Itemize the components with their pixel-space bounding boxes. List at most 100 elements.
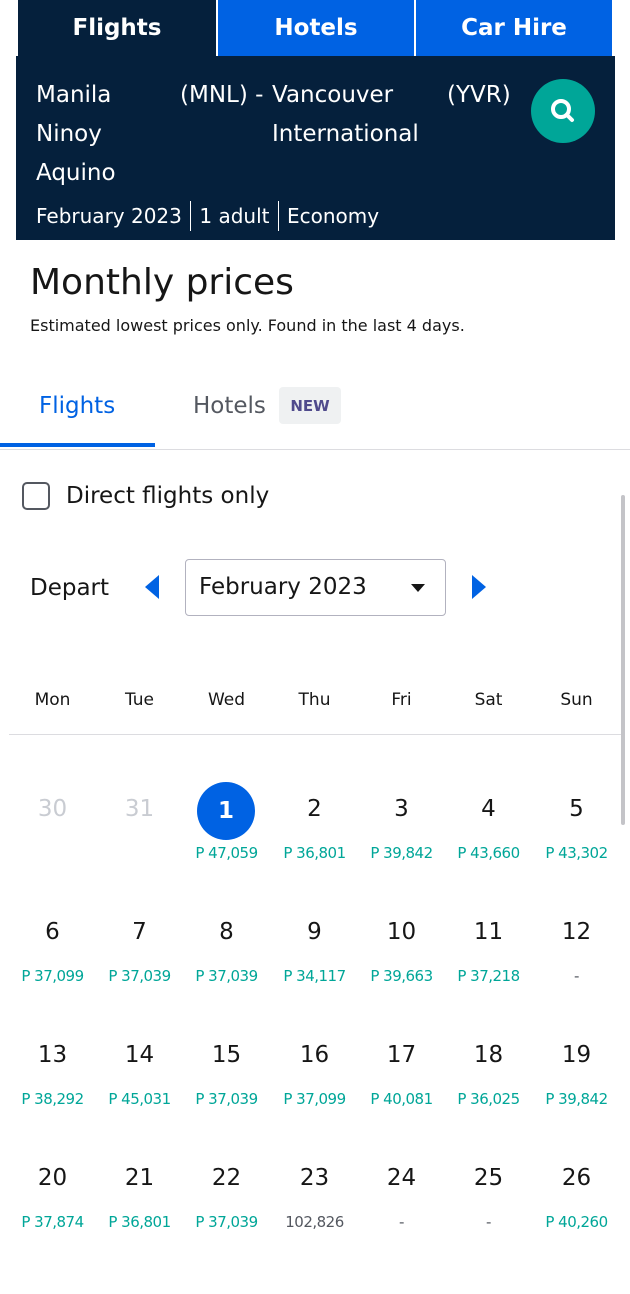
day-price: P 39,842 [545,1090,608,1108]
day-price: P 37,874 [21,1213,84,1231]
calendar-day-cell[interactable]: 13 P 38,292 [9,1026,96,1136]
day-price: P 38,292 [21,1090,84,1108]
search-date: February 2023 [36,204,182,228]
day-number: 21 [124,1165,155,1191]
search-summary[interactable]: Manila Ninoy Aquino (MNL) - Vancouver In… [16,56,615,240]
day-number: 24 [386,1165,417,1191]
calendar-day-cell: 31 [96,780,183,890]
calendar-day-cell[interactable]: 24 - [358,1149,445,1259]
day-price: P 37,039 [195,1090,258,1108]
day-number: 17 [386,1042,417,1068]
day-number: 8 [219,919,234,945]
weekday-thu: Thu [298,690,331,710]
direct-flights-checkbox[interactable] [22,482,50,510]
day-price: P 36,801 [283,844,346,862]
origin-city: Manila Ninoy Aquino [36,82,116,186]
day-number: 14 [124,1042,155,1068]
day-number: 31 [124,796,155,822]
origin-code: (MNL) - [180,82,264,108]
day-price: P 45,031 [108,1090,171,1108]
calendar-day-cell[interactable]: 23 102,826 [271,1149,358,1259]
direct-flights-option[interactable]: Direct flights only [22,482,269,510]
day-price: - [486,1213,491,1231]
month-select-value: February 2023 [199,574,367,600]
calendar-day-cell[interactable]: 18 P 36,025 [445,1026,532,1136]
page-title: Monthly prices [30,262,294,303]
day-number: 12 [561,919,592,945]
calendar-day-cell[interactable]: 11 P 37,218 [445,903,532,1013]
day-number: 10 [386,919,417,945]
calendar-day-cell[interactable]: 15 P 37,039 [183,1026,270,1136]
calendar-day-cell[interactable]: 19 P 39,842 [533,1026,620,1136]
day-price: P 40,081 [370,1090,433,1108]
day-number: 6 [45,919,60,945]
day-price: 102,826 [285,1213,344,1231]
day-price: P 43,302 [545,844,608,862]
search-icon [551,99,574,122]
day-number: 18 [473,1042,504,1068]
day-number: 9 [307,919,322,945]
calendar-day-cell[interactable]: 3 P 39,842 [358,780,445,890]
tab-car-hire[interactable]: Car Hire [416,0,612,56]
day-number: 2 [307,796,322,822]
calendar-day-cell[interactable]: 6 P 37,099 [9,903,96,1013]
calendar-day-cell[interactable]: 22 P 37,039 [183,1149,270,1259]
calendar-day-cell[interactable]: 25 - [445,1149,532,1259]
day-price: P 39,842 [370,844,433,862]
divider [189,201,192,231]
day-price: P 43,660 [457,844,520,862]
calendar-day-cell[interactable]: 10 P 39,663 [358,903,445,1013]
weekday-mon: Mon [34,690,71,710]
calendar-day-cell[interactable]: 26 P 40,260 [533,1149,620,1259]
calendar-day-cell[interactable]: 16 P 37,099 [271,1026,358,1136]
day-number: 19 [561,1042,592,1068]
tab-flights-prices[interactable]: Flights [0,375,155,447]
day-number: 30 [37,796,68,822]
previous-month-icon[interactable] [143,573,161,601]
tab-flights[interactable]: Flights [18,0,216,56]
day-price: P 34,117 [283,967,346,985]
day-number: 22 [211,1165,242,1191]
day-number: 15 [211,1042,242,1068]
day-price: P 39,663 [370,967,433,985]
weekday-fri: Fri [391,690,412,710]
calendar-day-cell[interactable]: 5 P 43,302 [533,780,620,890]
calendar-day-cell: 30 [9,780,96,890]
day-price: P 37,099 [283,1090,346,1108]
calendar-day-cell[interactable]: 8 P 37,039 [183,903,270,1013]
month-select[interactable]: February 2023 [185,559,446,616]
calendar-day-cell[interactable]: 21 P 36,801 [96,1149,183,1259]
day-number: 13 [37,1042,68,1068]
calendar-day-cell[interactable]: 20 P 37,874 [9,1149,96,1259]
calendar-day-cell[interactable]: 1 P 47,059 [183,780,270,890]
tab-flights-label: Flights [39,393,116,419]
day-number: 23 [299,1165,330,1191]
next-month-icon[interactable] [470,573,488,601]
day-number: 5 [569,796,584,822]
calendar-day-cell[interactable]: 12 - [533,903,620,1013]
day-price: P 37,039 [195,1213,258,1231]
calendar-day-cell[interactable]: 17 P 40,081 [358,1026,445,1136]
new-badge: NEW [279,387,341,424]
weekday-header: Mon Tue Wed Thu Fri Sat Sun [9,690,621,735]
day-number: 4 [481,796,496,822]
product-tabs: Flights Hotels Car Hire [18,0,612,56]
calendar-day-cell[interactable]: 9 P 34,117 [271,903,358,1013]
day-price: P 47,059 [195,844,258,862]
day-number: 25 [473,1165,504,1191]
page-subtitle: Estimated lowest prices only. Found in t… [30,316,465,335]
tab-hotels-prices[interactable]: Hotels [193,393,266,419]
calendar-day-cell[interactable]: 14 P 45,031 [96,1026,183,1136]
day-number: 3 [394,796,409,822]
calendar-day-cell[interactable]: 2 P 36,801 [271,780,358,890]
destination-code: (YVR) [447,82,511,108]
scrollbar[interactable] [621,495,625,825]
weekday-sun: Sun [560,690,593,710]
search-meta: February 2023 1 adult Economy [36,201,379,231]
day-price: P 37,039 [195,967,258,985]
search-button[interactable] [531,79,595,143]
calendar-day-cell[interactable]: 7 P 37,039 [96,903,183,1013]
day-price: - [574,967,579,985]
calendar-day-cell[interactable]: 4 P 43,660 [445,780,532,890]
tab-hotels[interactable]: Hotels [218,0,414,56]
